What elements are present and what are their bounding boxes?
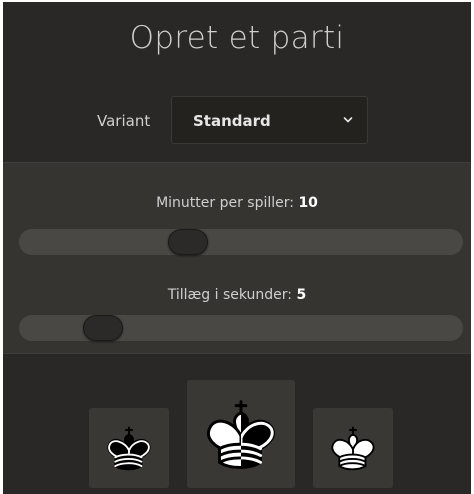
- increment-slider-handle[interactable]: [83, 315, 124, 341]
- increment-label-text: Tillæg i sekunder:: [167, 287, 297, 303]
- variant-label: Variant: [97, 112, 151, 130]
- minutes-value: 10: [298, 195, 318, 211]
- play-black-button[interactable]: [89, 408, 169, 488]
- play-white-button[interactable]: [313, 408, 393, 488]
- random-king-icon: [206, 400, 275, 469]
- black-king-icon: [107, 426, 151, 471]
- time-control-section: Minutter per spiller: 10 Tillæg i sekund…: [3, 162, 471, 354]
- increment-slider[interactable]: [19, 315, 463, 341]
- minutes-per-player-label: Minutter per spiller: 10: [3, 195, 471, 211]
- minutes-label-text: Minutter per spiller:: [156, 195, 299, 211]
- play-random-button[interactable]: [187, 380, 295, 488]
- create-game-dialog: Opret et parti Variant Standard Minutter…: [3, 2, 471, 494]
- dialog-title: Opret et parti: [129, 20, 345, 56]
- color-choice-row: [3, 380, 471, 490]
- chevron-down-icon: [343, 117, 353, 123]
- minutes-slider-handle[interactable]: [167, 229, 208, 255]
- variant-row: Variant Standard: [3, 96, 471, 144]
- increment-value: 5: [296, 287, 307, 303]
- minutes-slider[interactable]: [19, 229, 463, 255]
- white-king-icon: [331, 426, 375, 471]
- variant-selected-value: Standard: [193, 112, 271, 130]
- increment-label: Tillæg i sekunder: 5: [3, 287, 471, 303]
- variant-select[interactable]: Standard: [171, 96, 368, 144]
